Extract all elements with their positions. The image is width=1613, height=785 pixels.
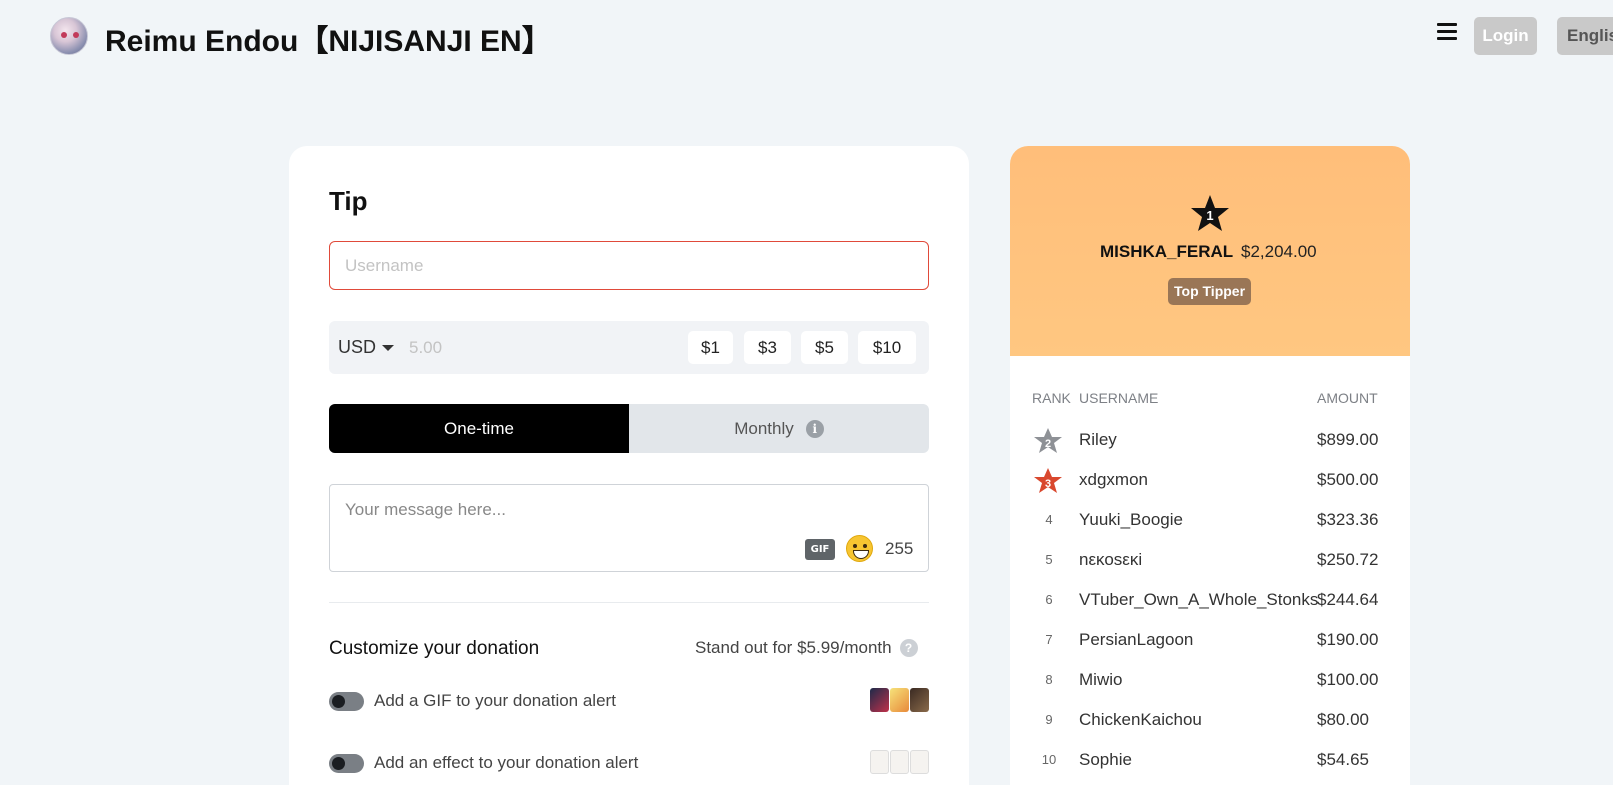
info-icon[interactable]: i [805, 420, 824, 438]
row-amount: $500.00 [1317, 470, 1379, 489]
row-amount: $323.36 [1317, 510, 1379, 529]
preset-1-button[interactable]: $1 [688, 331, 733, 364]
effect-alert-toggle[interactable] [329, 754, 364, 773]
row-username: ChickenKaichou [1079, 710, 1202, 729]
top-tipper-name: MISHKA_FERAL [1100, 242, 1234, 261]
currency-select[interactable]: USD [338, 321, 395, 374]
currency-label: USD [338, 337, 377, 357]
preset-10-button[interactable]: $10 [858, 331, 916, 364]
effect-option-label: Add an effect to your donation alert [374, 753, 639, 772]
row-username: Riley [1079, 430, 1117, 449]
gif-alert-toggle[interactable] [329, 692, 364, 711]
leaderboard-row: 3 xdgxmon $500.00 [1010, 461, 1410, 501]
tip-card: Tip USD $1 $3 $5 $10 One-time Monthly i G… [289, 146, 969, 785]
frequency-toggle: One-time Monthly i [329, 404, 929, 453]
leaderboard-row: 9 ChickenKaichou $80.00 [1010, 701, 1410, 741]
row-amount: $244.64 [1317, 590, 1379, 609]
row-amount: $190.00 [1317, 630, 1379, 649]
row-amount: $100.00 [1317, 670, 1379, 689]
divider [329, 602, 929, 603]
amount-column-header: AMOUNT [1317, 390, 1378, 406]
message-box: GIF 255 [329, 484, 929, 572]
leaderboard: 1 MISHKA_FERAL $2,204.00 Top Tipper RANK… [1010, 146, 1410, 785]
rank-number: 9 [1045, 712, 1053, 727]
row-username: xdgxmon [1079, 470, 1148, 489]
standout-label: Stand out for $5.99/month [695, 638, 892, 657]
rank-number: 10 [1041, 752, 1057, 767]
username-column-header: USERNAME [1079, 390, 1159, 406]
effect-preview-thumbnails [870, 750, 929, 774]
silver-star-icon: 2 [1034, 428, 1062, 453]
top-tipper-panel: 1 MISHKA_FERAL $2,204.00 Top Tipper [1010, 146, 1410, 356]
leaderboard-row: 8 Miwio $100.00 [1010, 661, 1410, 701]
effect-thumbnail [890, 750, 909, 774]
login-button[interactable]: Login [1474, 17, 1537, 55]
rank-number: 6 [1045, 592, 1053, 607]
row-amount: $899.00 [1317, 430, 1379, 449]
rank-number: 7 [1045, 632, 1053, 647]
effect-thumbnail [870, 750, 889, 774]
rank-number: 3 [1045, 478, 1051, 490]
customize-heading: Customize your donation [329, 638, 540, 659]
row-username: Sophie [1079, 750, 1132, 769]
monthly-label: Monthly [734, 419, 794, 438]
leaderboard-row: 7 PersianLagoon $190.00 [1010, 621, 1410, 661]
gif-preview-thumbnails [870, 688, 929, 712]
row-username: Miwio [1079, 670, 1123, 689]
gif-option-label: Add a GIF to your donation alert [374, 691, 616, 710]
gif-thumbnail [870, 688, 889, 712]
row-amount: $80.00 [1317, 710, 1369, 729]
preset-5-button[interactable]: $5 [801, 331, 848, 364]
chevron-down-icon [382, 345, 395, 352]
effect-option-row: Add an effect to your donation alert [329, 748, 929, 778]
rank-number: 8 [1045, 672, 1053, 687]
row-username: PersianLagoon [1079, 630, 1194, 649]
emoji-icon[interactable] [846, 535, 873, 562]
top-tipper-amount: $2,204.00 [1241, 242, 1317, 261]
amount-input[interactable] [409, 333, 629, 363]
page-title: Reimu Endou【NIJISANJI EN】 [105, 25, 552, 58]
top-bar: Reimu Endou【NIJISANJI EN】 Login Englis [0, 0, 1613, 72]
leaderboard-row: 5 nεκοsεκi $250.72 [1010, 541, 1410, 581]
gif-icon[interactable]: GIF [805, 539, 835, 560]
amount-row: USD $1 $3 $5 $10 [329, 321, 929, 374]
preset-3-button[interactable]: $3 [744, 331, 791, 364]
leaderboard-row: 2 Riley $899.00 [1010, 421, 1410, 461]
effect-thumbnail [910, 750, 929, 774]
star-rank-1-icon: 1 [1191, 195, 1229, 231]
leaderboard-row: 6 VTuber_Own_A_Whole_Stonks $244.64 [1010, 581, 1410, 621]
message-input[interactable] [345, 500, 905, 530]
row-username: nεκοsεκi [1079, 550, 1143, 569]
rank-number: 4 [1045, 512, 1053, 527]
rank-column-header: RANK [1032, 390, 1071, 406]
row-amount: $54.65 [1317, 750, 1369, 769]
standout-text: Stand out for $5.99/month? [695, 638, 918, 658]
leaderboard-row: 4 Yuuki_Boogie $323.36 [1010, 501, 1410, 541]
creator-avatar[interactable] [50, 17, 88, 55]
row-amount: $250.72 [1317, 550, 1379, 569]
language-button[interactable]: Englis [1557, 17, 1613, 55]
tip-heading: Tip [329, 186, 368, 216]
username-input[interactable] [329, 241, 929, 290]
top-rank-number: 1 [1206, 208, 1213, 223]
leaderboard-row: 10 Sophie $54.65 [1010, 741, 1410, 781]
gif-thumbnail [910, 688, 929, 712]
rank-number: 5 [1045, 552, 1053, 567]
bronze-star-icon: 3 [1034, 468, 1062, 493]
top-tipper-badge: Top Tipper [1168, 278, 1252, 305]
one-time-tab[interactable]: One-time [329, 404, 629, 453]
gif-thumbnail [890, 688, 909, 712]
row-username: Yuuki_Boogie [1079, 510, 1183, 529]
rank-number: 2 [1045, 438, 1051, 450]
gif-option-row: Add a GIF to your donation alert [329, 686, 929, 716]
monthly-tab[interactable]: Monthly i [629, 404, 929, 453]
row-username: VTuber_Own_A_Whole_Stonks [1079, 590, 1319, 609]
help-icon[interactable]: ? [899, 639, 918, 657]
char-counter: 255 [885, 539, 914, 558]
hamburger-menu-icon[interactable] [1437, 23, 1459, 45]
